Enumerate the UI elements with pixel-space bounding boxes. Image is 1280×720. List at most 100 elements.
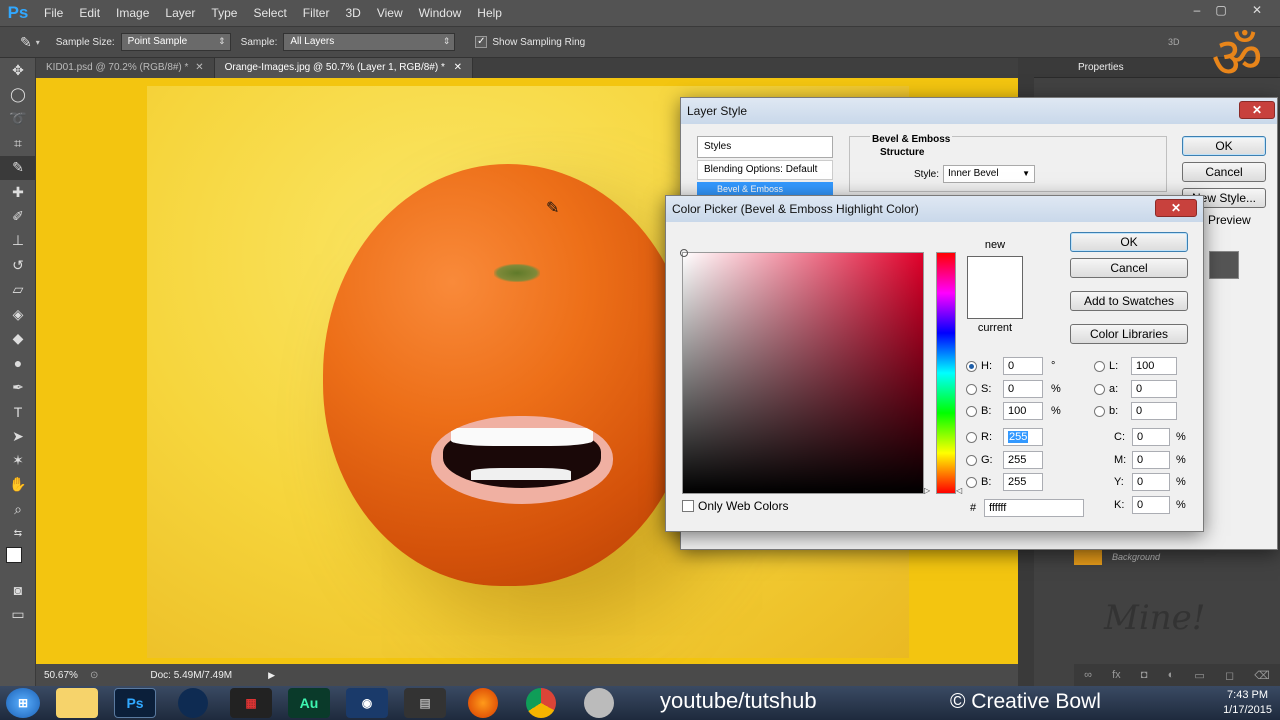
trash-icon[interactable]: ⌫ [1254,669,1270,682]
workspace-3d-label[interactable]: 3D [1168,37,1180,47]
hue-slider-left-arrow-icon[interactable]: ▷ [924,486,930,495]
hand-tool-icon[interactable]: ✋ [0,473,36,497]
magenta-input[interactable]: 0 [1132,451,1170,469]
move-tool-icon[interactable]: ✥ [0,58,36,82]
swap-colors-icon[interactable]: ⇆ [0,521,36,545]
menu-select[interactable]: Select [245,0,294,26]
color-selector-ring[interactable] [680,249,688,257]
adjustment-icon[interactable]: ◐ [1168,669,1175,681]
layer-style-ok-button[interactable]: OK [1182,136,1266,156]
close-icon[interactable]: ✕ [195,62,203,73]
b-radio[interactable] [1094,405,1105,417]
shape-tool-icon[interactable]: ✶ [0,448,36,472]
b-input[interactable]: 0 [1131,402,1177,420]
history-brush-icon[interactable]: ↺ [0,253,36,277]
photoshop-taskbar-icon[interactable]: Ps [114,688,156,718]
style-select[interactable]: Inner Bevel ▼ [943,165,1035,183]
folder-icon[interactable]: ▭ [1194,669,1204,682]
layer-style-cancel-button[interactable]: Cancel [1182,162,1266,182]
zoom-level[interactable]: 50.67% [44,670,86,681]
screen-mode-icon[interactable]: ▭ [0,602,36,626]
quick-mask-icon[interactable]: ◙ [0,577,36,601]
menu-help[interactable]: Help [469,0,510,26]
hex-input[interactable]: ffffff [984,499,1084,517]
black-input[interactable]: 0 [1132,496,1170,514]
preview-label[interactable]: Preview [1208,213,1251,227]
menu-edit[interactable]: Edit [71,0,108,26]
blending-options-item[interactable]: Blending Options: Default [697,160,833,180]
only-web-colors-checkbox[interactable] [682,500,694,512]
type-tool-icon[interactable]: T [0,399,36,423]
status-menu-arrow-icon[interactable]: ▶ [268,670,275,681]
tab-orange-images[interactable]: Orange-Images.jpg @ 50.7% (Layer 1, RGB/… [214,58,474,78]
hue-slider[interactable] [936,252,956,494]
eyedropper-icon[interactable]: ✎ [20,34,32,51]
path-select-icon[interactable]: ➤ [0,424,36,448]
chrome-icon[interactable] [526,688,556,718]
cyan-input[interactable]: 0 [1132,428,1170,446]
blue-input[interactable]: 255 [1003,473,1043,491]
a-input[interactable]: 0 [1131,380,1177,398]
healing-tool-icon[interactable]: ✚ [0,180,36,204]
lightness-radio[interactable] [1094,360,1105,372]
marquee-tool-icon[interactable]: ◯ [0,82,36,106]
saturation-brightness-field[interactable] [682,252,924,494]
sample-size-select[interactable]: Point Sample [120,33,231,51]
red-input[interactable]: 255 [1003,428,1043,446]
new-layer-icon[interactable]: ◻ [1225,669,1234,682]
color-picker-cancel-button[interactable]: Cancel [1070,258,1188,278]
menu-window[interactable]: Window [411,0,470,26]
show-sampling-ring-checkbox[interactable]: ✓ [475,36,488,48]
status-info-icon[interactable]: ⊙ [90,670,98,681]
utility-icon[interactable] [584,688,614,718]
firefox-icon[interactable] [468,688,498,718]
crop-tool-icon[interactable]: ⌗ [0,131,36,155]
blue-radio[interactable] [966,476,977,488]
dodge-tool-icon[interactable]: ● [0,351,36,375]
eraser-tool-icon[interactable]: ▱ [0,278,36,302]
zoom-tool-icon[interactable]: ⌕ [0,497,36,521]
file-explorer-icon[interactable] [56,688,98,718]
current-color-swatch[interactable] [967,289,1023,319]
menu-image[interactable]: Image [108,0,157,26]
mask-icon[interactable]: ◘ [1141,669,1148,681]
eyedropper-tool-icon[interactable]: ✎ [0,155,36,180]
tool-preset-chevron-icon[interactable]: ▾ [36,38,40,47]
fx-icon[interactable]: fx [1112,669,1121,681]
menu-filter[interactable]: Filter [295,0,338,26]
saturation-radio[interactable] [966,383,977,395]
pen-tool-icon[interactable]: ✒ [0,375,36,399]
hue-input[interactable]: 0 [1003,357,1043,375]
menu-view[interactable]: View [369,0,411,26]
minimize-button[interactable]: – [1186,3,1208,17]
menu-file[interactable]: File [36,0,71,26]
color-libraries-button[interactable]: Color Libraries [1070,324,1188,344]
tab-kid01[interactable]: KID01.psd @ 70.2% (RGB/8#) * ✕ [36,58,215,78]
menu-layer[interactable]: Layer [157,0,203,26]
green-input[interactable]: 255 [1003,451,1043,469]
lightness-input[interactable]: 100 [1131,357,1177,375]
sound-editor-icon[interactable]: ▤ [404,688,446,718]
paint-bucket-icon[interactable]: ◈ [0,302,36,326]
brush-tool-icon[interactable]: ✐ [0,204,36,228]
saturation-input[interactable]: 0 [1003,380,1043,398]
system-clock[interactable]: 7:43 PM 1/17/2015 [1223,688,1272,718]
sample-select[interactable]: All Layers [283,33,456,51]
color-swatches[interactable] [0,545,36,577]
audition-icon[interactable]: Au [288,688,330,718]
styles-header[interactable]: Styles [697,136,833,158]
brightness-input[interactable]: 100 [1003,402,1043,420]
color-picker-close-icon[interactable]: ✕ [1155,199,1197,217]
link-layers-icon[interactable]: ∞ [1084,669,1092,681]
lasso-tool-icon[interactable]: ➰ [0,107,36,131]
hue-radio[interactable] [966,360,977,372]
media-player-icon[interactable] [178,688,208,718]
hue-slider-right-arrow-icon[interactable]: ◁ [956,486,962,495]
add-to-swatches-button[interactable]: Add to Swatches [1070,291,1188,311]
menu-3d[interactable]: 3D [337,0,368,26]
a-radio[interactable] [1094,383,1105,395]
brightness-radio[interactable] [966,405,977,417]
screen-recorder-icon[interactable]: ◉ [346,688,388,718]
menu-type[interactable]: Type [203,0,245,26]
windows-start-icon[interactable]: ⊞ [6,688,40,718]
